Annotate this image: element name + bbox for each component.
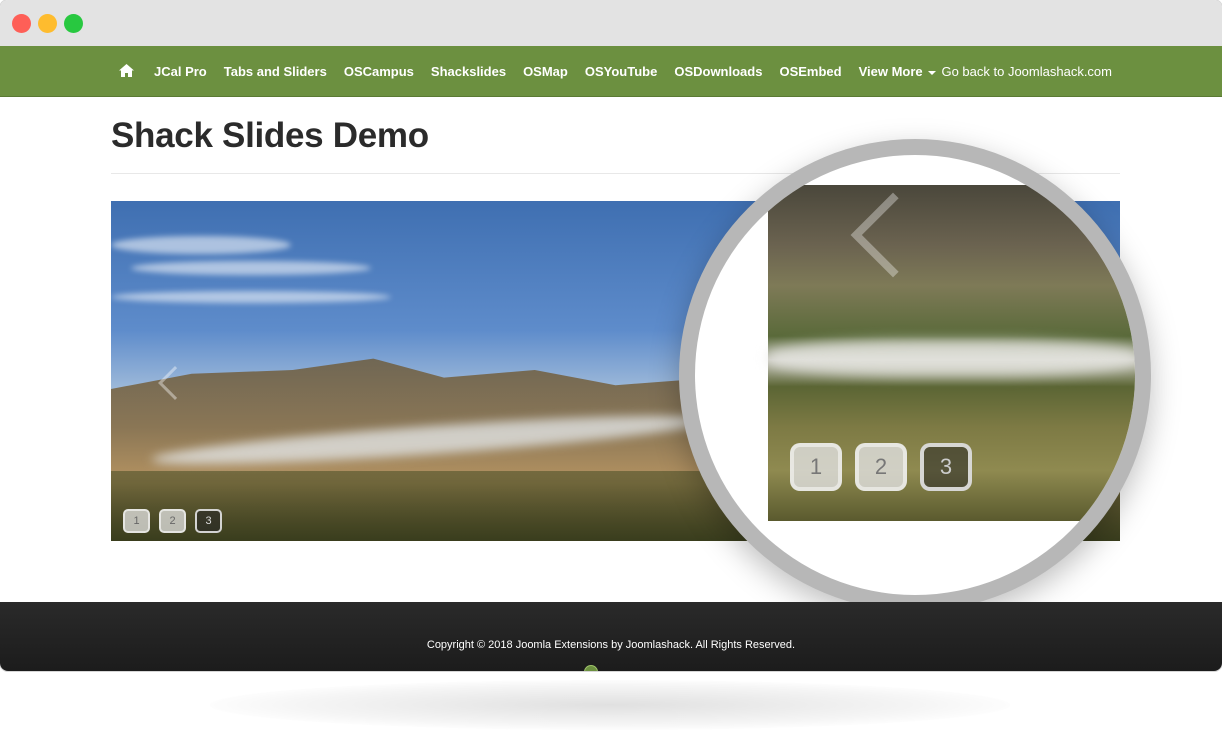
cloud-decoration bbox=[131, 261, 371, 275]
nav-menu: JCal Pro Tabs and Sliders OSCampus Shack… bbox=[111, 46, 953, 97]
close-window-button[interactable] bbox=[12, 14, 31, 33]
magnified-prev-icon bbox=[850, 192, 936, 278]
magnified-pager: 1 2 3 bbox=[790, 443, 985, 491]
browser-window: JCal Pro Tabs and Sliders OSCampus Shack… bbox=[0, 0, 1222, 671]
magnifier-lens: 1 2 3 bbox=[695, 155, 1135, 595]
nav-item-osmap[interactable]: OSMap bbox=[523, 64, 568, 79]
cloud-decoration bbox=[111, 236, 291, 254]
home-icon[interactable] bbox=[119, 64, 134, 77]
magnified-pager-button-3: 3 bbox=[920, 443, 972, 491]
page-footer: Copyright © 2018 Joomla Extensions by Jo… bbox=[0, 602, 1222, 671]
back-to-joomlashack-link[interactable]: Go back to Joomlashack.com bbox=[941, 46, 1112, 97]
nav-item-jcal-pro[interactable]: JCal Pro bbox=[154, 64, 207, 79]
cloud-decoration bbox=[111, 291, 391, 303]
magnified-pager-button-1: 1 bbox=[790, 443, 842, 491]
caret-down-icon bbox=[927, 70, 936, 75]
slider-pager-button-1[interactable]: 1 bbox=[123, 509, 150, 533]
footer-copyright: Copyright © 2018 Joomla Extensions by Jo… bbox=[426, 639, 796, 651]
magnifier-callout: 1 2 3 bbox=[679, 139, 1151, 611]
slider-pager-button-3[interactable]: 3 bbox=[195, 509, 222, 533]
nav-item-osdownloads[interactable]: OSDownloads bbox=[674, 64, 762, 79]
nav-item-osyoutube[interactable]: OSYouTube bbox=[585, 64, 657, 79]
slider-pager-button-2[interactable]: 2 bbox=[159, 509, 186, 533]
magnified-landscape: 1 2 3 bbox=[768, 185, 1135, 521]
nav-item-osembed[interactable]: OSEmbed bbox=[779, 64, 841, 79]
minimize-window-button[interactable] bbox=[38, 14, 57, 33]
nav-item-tabs-and-sliders[interactable]: Tabs and Sliders bbox=[224, 64, 327, 79]
magnified-pager-button-2: 2 bbox=[855, 443, 907, 491]
slider-pager: 1 2 3 bbox=[123, 509, 231, 533]
page-title: Shack Slides Demo bbox=[111, 116, 429, 155]
joomlashack-logo-icon bbox=[584, 665, 598, 671]
title-bar bbox=[0, 0, 1222, 46]
window-shadow bbox=[210, 680, 1010, 730]
nav-item-oscampus[interactable]: OSCampus bbox=[344, 64, 414, 79]
maximize-window-button[interactable] bbox=[64, 14, 83, 33]
nav-dropdown-view-more[interactable]: View More bbox=[859, 64, 936, 79]
magnified-mist bbox=[768, 340, 1135, 376]
view-more-label: View More bbox=[858, 64, 923, 79]
main-navbar: JCal Pro Tabs and Sliders OSCampus Shack… bbox=[0, 46, 1222, 97]
nav-item-shackslides[interactable]: Shackslides bbox=[431, 64, 506, 79]
